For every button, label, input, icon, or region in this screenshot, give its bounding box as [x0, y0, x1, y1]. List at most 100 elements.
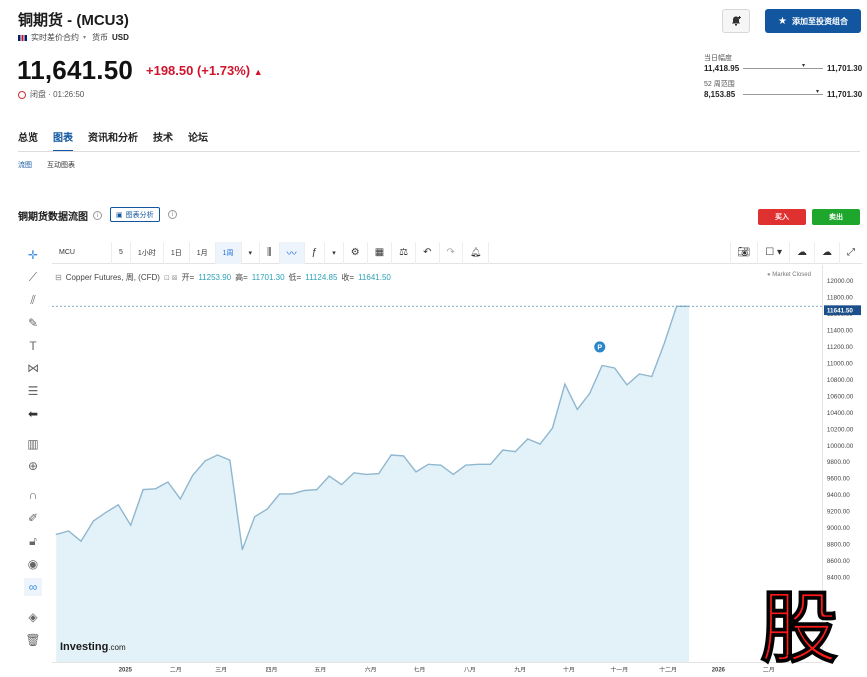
drawing-toolbar: ✛ ⟋ ⫽ ✎ T ⋈ ☰ ⬅ ▥ ⊕ ∩ ✐ 🔓︎ ◉ ∞ ◈ 🗑︎ — [18, 242, 48, 662]
lock-icon[interactable]: 🔓︎ — [24, 532, 42, 550]
candlestick-icon[interactable]: ⫼ — [260, 241, 280, 264]
market-closed-indicator: ● Market Closed — [767, 272, 811, 278]
area-chart-icon[interactable]: 〰 — [279, 241, 305, 264]
data-point — [663, 342, 665, 345]
chart-section-title: 铜期货数据流图 i — [18, 208, 102, 223]
arrow-left-icon[interactable]: ⬅ — [24, 405, 42, 423]
y-tick-label: 9800.00 — [827, 459, 850, 466]
price-change: +198.50 (+1.73%) ▲ — [146, 63, 263, 78]
triangle-up-icon: ▲ — [253, 67, 263, 77]
tab-chart[interactable]: 图表 — [53, 129, 73, 152]
data-point — [192, 474, 194, 476]
zoom-in-icon[interactable]: ⊕ — [24, 457, 42, 475]
layers-icon[interactable]: ◈ — [24, 608, 42, 626]
analysis-info-icon[interactable]: i — [168, 210, 177, 219]
data-point — [291, 493, 293, 495]
buy-button[interactable]: 买入 — [758, 209, 806, 225]
parallel-channel-icon[interactable]: ⫽ — [24, 291, 42, 309]
chart-toolbar: MCU 5 1小时 1日 1月 1周 ▾ ⫼ 〰 ƒ ▾ ⚙ ▦ ⚖ ↶ ↷ 🔔… — [52, 241, 862, 264]
subtab-streaming[interactable]: 流图 — [18, 160, 32, 170]
redo-icon[interactable]: ↷ — [440, 241, 463, 264]
legend-settings-icon[interactable]: ⊡ ⊠ — [164, 274, 178, 282]
tab-technical[interactable]: 技术 — [153, 129, 173, 152]
alert-button[interactable] — [722, 9, 750, 33]
magnet-icon[interactable]: ∩ — [24, 486, 42, 504]
add-to-portfolio-button[interactable]: ★ 添加至投资组合 — [765, 9, 861, 33]
y-tick-label: 10800.00 — [827, 377, 854, 384]
legend-open-label: 开= — [181, 273, 195, 282]
tab-forum[interactable]: 论坛 — [188, 129, 208, 152]
data-point — [179, 498, 181, 500]
fib-icon[interactable]: ☰ — [24, 382, 42, 400]
price-area-fill — [56, 306, 689, 662]
indicators-icon[interactable]: ƒ — [305, 241, 326, 264]
uk-flag-icon — [18, 34, 27, 41]
data-point — [638, 373, 640, 375]
data-point — [403, 455, 405, 457]
time-axis[interactable]: 2025 二月 三月 四月 五月 六月 七月 八月 九月 十月 十一月 十二月 2026 二月 — [52, 662, 822, 674]
chart-analysis-icon: ▣ — [116, 211, 123, 219]
cloud-load-icon[interactable]: ☁ — [790, 241, 815, 264]
trash-icon[interactable]: 🗑︎ — [24, 631, 42, 649]
logo-main: Investing — [60, 641, 109, 653]
day-range-marker: ▾ — [802, 63, 806, 69]
legend-collapse-icon[interactable]: ⊟ — [55, 273, 62, 282]
undo-icon[interactable]: ↶ — [416, 241, 440, 264]
week52-range-marker: ▾ — [816, 89, 820, 95]
link-icon[interactable]: ∞ — [24, 578, 42, 596]
eye-icon[interactable]: ◉ — [24, 555, 42, 573]
text-tool-icon[interactable]: T — [24, 337, 42, 355]
symbol-input[interactable]: MCU — [52, 241, 112, 264]
price-chart[interactable]: P — [52, 265, 822, 662]
info-icon[interactable]: i — [93, 211, 102, 220]
chevron-down-icon[interactable]: ▾ — [83, 34, 86, 41]
interval-1w[interactable]: 1周 — [215, 241, 242, 264]
cloud-save-icon[interactable]: ☁ — [815, 241, 840, 264]
day-range-high: 11,701.30 — [827, 64, 863, 73]
data-point — [601, 364, 603, 367]
y-tick-label: 10600.00 — [827, 393, 854, 400]
brush-icon[interactable]: ✎ — [24, 314, 42, 332]
interval-5[interactable]: 5 — [112, 241, 131, 264]
tab-news-analysis[interactable]: 资讯和分析 — [88, 129, 138, 152]
tab-overview[interactable]: 总览 — [18, 129, 38, 152]
x-tick-label: 2025 — [119, 667, 133, 673]
crosshair-icon[interactable]: ✛ — [24, 246, 42, 264]
indicators-dropdown-icon[interactable]: ▾ — [325, 241, 344, 264]
contract-type: 实时差价合约 — [31, 33, 79, 42]
week52-range-bar — [743, 94, 823, 95]
interval-dropdown-icon[interactable]: ▾ — [242, 241, 261, 264]
settings-gear-icon[interactable]: ⚙ — [344, 241, 368, 264]
measure-icon[interactable]: ▥ — [24, 435, 42, 453]
y-tick-label: 11200.00 — [827, 344, 853, 351]
x-tick-label: 十一月 — [610, 665, 628, 673]
data-point — [651, 375, 653, 378]
pattern-icon[interactable]: ⋈ — [24, 359, 42, 377]
scale-icon[interactable]: ⚖ — [392, 241, 417, 264]
legend-high-label: 高= — [235, 273, 248, 282]
subtab-interactive[interactable]: 互动图表 — [47, 160, 75, 170]
data-point — [216, 454, 219, 456]
interval-1h[interactable]: 1小时 — [131, 241, 164, 264]
legend-low-value: 11124.85 — [305, 273, 338, 282]
last-price: 11,641.50 — [17, 55, 134, 85]
camera-icon[interactable]: 📷︎ — [729, 241, 759, 264]
data-point — [353, 472, 355, 474]
alert-bell-icon[interactable]: 🔔︎ — [463, 241, 490, 264]
day-range-low: 11,418.95 — [704, 64, 740, 73]
data-point — [688, 305, 690, 307]
layout-icon[interactable]: ☐ ▾ — [758, 241, 790, 264]
instrument-meta: 实时差价合约 ▾ 货币 USD — [18, 32, 129, 43]
sell-button[interactable]: 卖出 — [812, 209, 860, 225]
x-tick-label: 2026 — [712, 667, 726, 673]
day-range-bar — [743, 68, 823, 69]
compare-icon[interactable]: ▦ — [368, 241, 393, 264]
trend-line-icon[interactable]: ⟋ — [24, 268, 42, 286]
interval-1m[interactable]: 1月 — [190, 241, 216, 264]
data-point — [142, 489, 144, 491]
interval-1d[interactable]: 1日 — [164, 241, 190, 264]
page: 铜期货 - (MCU3) 实时差价合约 ▾ 货币 USD 11,641.50 +… — [0, 0, 867, 677]
chart-analysis-button[interactable]: ▣ 图表分析 — [110, 207, 160, 222]
fullscreen-icon[interactable]: ⤢ — [840, 242, 862, 264]
lock-drawing-icon[interactable]: ✐ — [24, 509, 42, 527]
